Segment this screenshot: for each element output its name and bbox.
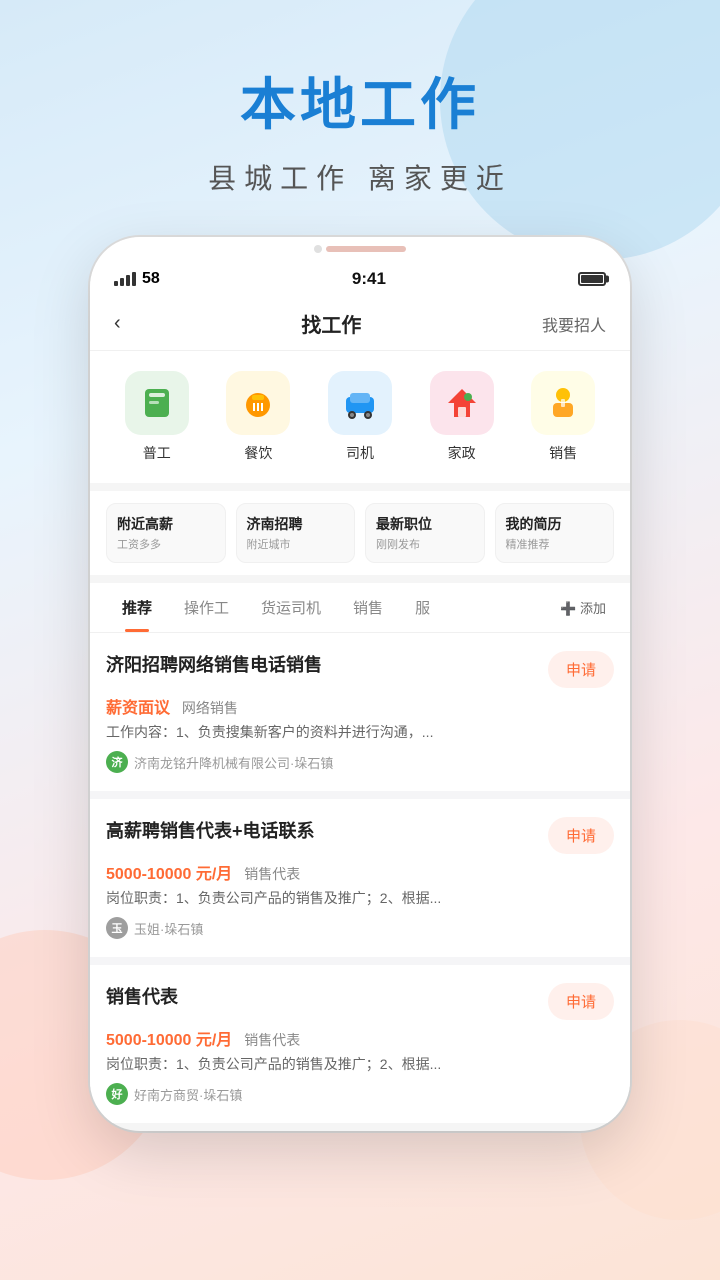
tab-freight-driver[interactable]: 货运司机 <box>245 583 337 632</box>
job-company-2: 玉 玉姐·垛石镇 <box>106 917 614 939</box>
category-driver[interactable]: 司机 <box>328 371 392 463</box>
category-food[interactable]: 餐饮 <box>226 371 290 463</box>
job-card-1: 济阳招聘网络销售电话销售 申请 薪资面议 网络销售 工作内容：1、负责搜集新客户… <box>90 633 630 791</box>
job-salary-3: 5000-10000 元/月 销售代表 <box>106 1026 614 1050</box>
signal-bar-4 <box>132 272 136 286</box>
signal-icon <box>114 272 136 286</box>
signal-bar-1 <box>114 281 118 286</box>
quick-link-resume[interactable]: 我的简历 精准推荐 <box>495 503 615 563</box>
category-section: 普工 餐饮 <box>90 351 630 483</box>
job-card-2: 高薪聘销售代表+电话联系 申请 5000-10000 元/月 销售代表 岗位职责… <box>90 799 630 957</box>
nav-bar: ‹ 找工作 我要招人 <box>90 297 630 351</box>
back-button[interactable]: ‹ <box>114 312 121 335</box>
status-bar: 58 9:41 <box>90 261 630 297</box>
company-name-2: 玉姐·垛石镇 <box>134 919 203 938</box>
sub-title: 县城工作 离家更近 <box>0 157 720 197</box>
quick-link-nearby-sub: 工资多多 <box>117 536 215 552</box>
main-title: 本地工作 <box>0 60 720 141</box>
general-icon <box>125 371 189 435</box>
job-card-2-header: 高薪聘销售代表+电话联系 申请 <box>106 817 614 854</box>
quick-link-latest-sub: 刚刚发布 <box>376 536 474 552</box>
category-domestic[interactable]: 家政 <box>430 371 494 463</box>
job-title-2: 高薪聘销售代表+电话联系 <box>106 817 536 843</box>
quick-links-section: 附近高薪 工资多多 济南招聘 附近城市 最新职位 刚刚发布 我的简历 精准推荐 <box>90 491 630 575</box>
apply-button-1[interactable]: 申请 <box>548 651 614 688</box>
job-salary-tag-1: 网络销售 <box>178 700 238 716</box>
status-left: 58 <box>114 270 160 288</box>
job-company-1: 济 济南龙铭升降机械有限公司·垛石镇 <box>106 751 614 773</box>
job-list: 济阳招聘网络销售电话销售 申请 薪资面议 网络销售 工作内容：1、负责搜集新客户… <box>90 633 630 1123</box>
signal-bar-2 <box>120 278 124 286</box>
tab-sales[interactable]: 销售 <box>337 583 399 632</box>
company-avatar-3: 好 <box>106 1083 128 1105</box>
job-desc-3: 岗位职责：1、负责公司产品的销售及推广；2、根据... <box>106 1054 614 1075</box>
quick-link-nearby-title: 附近高薪 <box>117 514 215 534</box>
quick-link-nearby[interactable]: 附近高薪 工资多多 <box>106 503 226 563</box>
job-title-1: 济阳招聘网络销售电话销售 <box>106 651 536 677</box>
job-salary-1: 薪资面议 网络销售 <box>106 694 614 718</box>
domestic-label: 家政 <box>448 443 476 463</box>
quick-link-resume-sub: 精准推荐 <box>506 536 604 552</box>
food-label: 餐饮 <box>244 443 272 463</box>
header-section: 本地工作 县城工作 离家更近 <box>0 0 720 217</box>
job-salary-2: 5000-10000 元/月 销售代表 <box>106 860 614 884</box>
battery-icon <box>578 272 606 286</box>
sales-label: 销售 <box>549 443 577 463</box>
apply-button-3[interactable]: 申请 <box>548 983 614 1020</box>
quick-link-resume-title: 我的简历 <box>506 514 604 534</box>
company-name-3: 好南方商贸·垛石镇 <box>134 1085 242 1104</box>
general-label: 普工 <box>143 443 171 463</box>
job-title-3: 销售代表 <box>106 983 536 1009</box>
sales-icon <box>531 371 595 435</box>
company-name-1: 济南龙铭升降机械有限公司·垛石镇 <box>134 753 333 772</box>
category-sales[interactable]: 销售 <box>531 371 595 463</box>
tab-recommend[interactable]: 推荐 <box>106 583 168 632</box>
driver-icon <box>328 371 392 435</box>
tab-operator[interactable]: 操作工 <box>168 583 245 632</box>
battery-fill <box>581 275 603 283</box>
tab-add-button[interactable]: ➕ 添加 <box>552 584 614 631</box>
job-desc-2: 岗位职责：1、负责公司产品的销售及推广；2、根据... <box>106 888 614 909</box>
tab-bar: 推荐 操作工 货运司机 销售 服 ➕ 添加 <box>90 583 630 633</box>
phone-wrapper: 58 9:41 ‹ 找工作 我要招人 <box>0 237 720 1131</box>
phone-notch <box>90 237 630 261</box>
company-avatar-1: 济 <box>106 751 128 773</box>
category-general[interactable]: 普工 <box>125 371 189 463</box>
nav-title: 找工作 <box>301 309 361 338</box>
notch-dot <box>314 245 322 253</box>
quick-link-jinan[interactable]: 济南招聘 附近城市 <box>236 503 356 563</box>
quick-link-jinan-title: 济南招聘 <box>247 514 345 534</box>
food-icon <box>226 371 290 435</box>
job-card-1-header: 济阳招聘网络销售电话销售 申请 <box>106 651 614 688</box>
tab-more[interactable]: 服 <box>399 583 446 632</box>
phone-mockup: 58 9:41 ‹ 找工作 我要招人 <box>90 237 630 1131</box>
job-card-3-header: 销售代表 申请 <box>106 983 614 1020</box>
company-avatar-2: 玉 <box>106 917 128 939</box>
driver-label: 司机 <box>346 443 374 463</box>
job-desc-1: 工作内容：1、负责搜集新客户的资料并进行沟通，... <box>106 722 614 743</box>
domestic-icon <box>430 371 494 435</box>
notch-pill <box>326 246 406 252</box>
quick-link-latest-title: 最新职位 <box>376 514 474 534</box>
signal-bar-3 <box>126 275 130 286</box>
job-salary-tag-2: 销售代表 <box>240 866 300 882</box>
status-time: 9:41 <box>352 269 386 289</box>
job-company-3: 好 好南方商贸·垛石镇 <box>106 1083 614 1105</box>
recruit-button[interactable]: 我要招人 <box>542 312 606 336</box>
quick-link-latest[interactable]: 最新职位 刚刚发布 <box>365 503 485 563</box>
job-card-3: 销售代表 申请 5000-10000 元/月 销售代表 岗位职责：1、负责公司产… <box>90 965 630 1123</box>
quick-link-jinan-sub: 附近城市 <box>247 536 345 552</box>
signal-label: 58 <box>142 270 160 288</box>
job-salary-tag-3: 销售代表 <box>240 1032 300 1048</box>
apply-button-2[interactable]: 申请 <box>548 817 614 854</box>
